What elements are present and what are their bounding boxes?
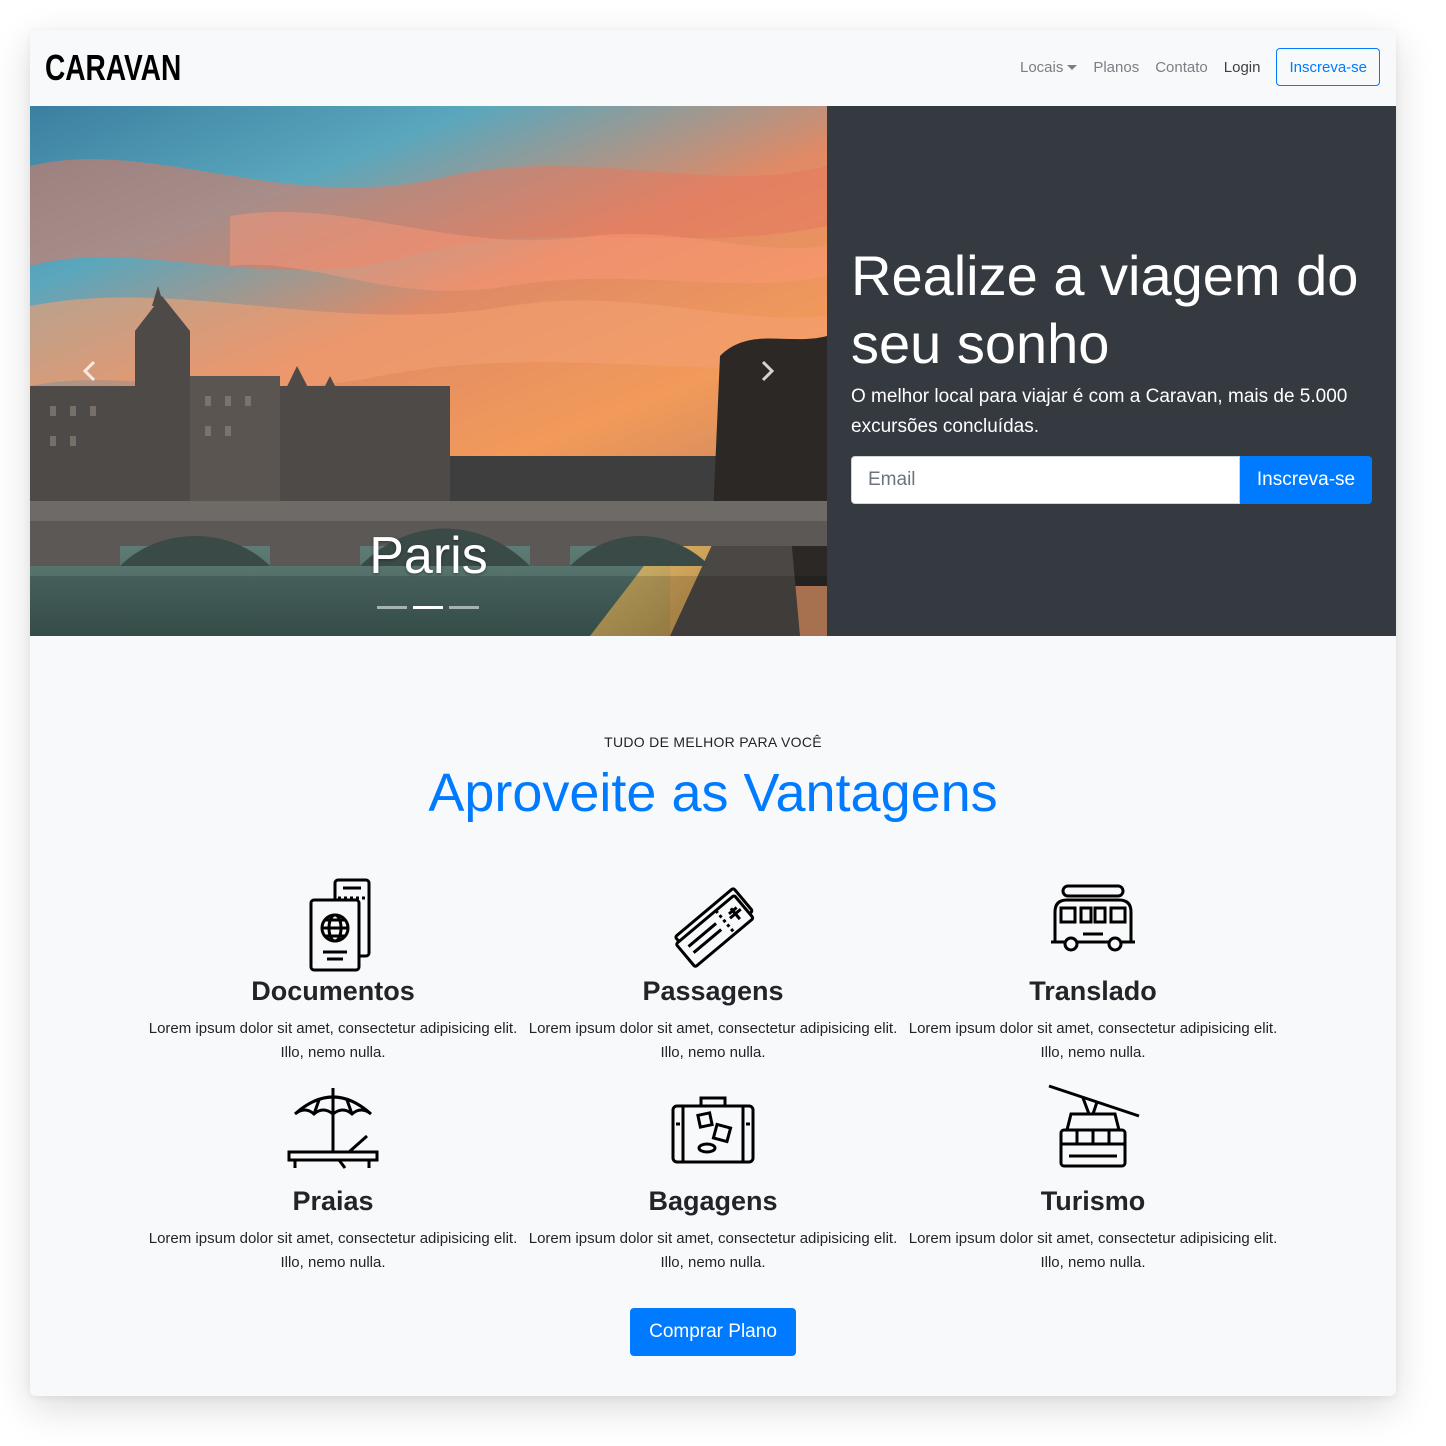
feature-title: Translado (1029, 976, 1157, 1006)
page: CARAVAN Locais Planos Contato Login Insc… (30, 30, 1396, 1396)
carousel-indicator[interactable] (377, 606, 407, 609)
van-icon (1051, 884, 1135, 952)
subscribe-form: Inscreva-se (851, 456, 1372, 504)
nav-contato[interactable]: Contato (1155, 59, 1208, 76)
nav-planos[interactable]: Planos (1093, 59, 1139, 76)
buy-plan-button[interactable]: Comprar Plano (630, 1308, 796, 1356)
plane-ticket-icon (674, 887, 755, 968)
subscribe-button[interactable]: Inscreva-se (1240, 456, 1372, 504)
nav-login[interactable]: Login (1224, 59, 1261, 76)
beach-umbrella-icon (287, 1088, 379, 1169)
feature-text: Lorem ipsum dolor sit amet, consectetur … (528, 1020, 898, 1061)
chevron-right-icon[interactable] (752, 356, 782, 386)
carousel-indicator[interactable] (449, 606, 479, 609)
feature-text: Lorem ipsum dolor sit amet, consectetur … (148, 1230, 518, 1271)
nav-locais-label: Locais (1019, 58, 1064, 76)
email-input[interactable] (851, 456, 1240, 504)
hero-headline: Realize a viagem do seu sonho (851, 244, 1359, 375)
feature-title: Passagens (642, 976, 784, 1006)
suitcase-icon (671, 1096, 755, 1164)
navbar: CARAVAN Locais Planos Contato Login Insc… (30, 30, 1396, 106)
chevron-left-icon[interactable] (75, 356, 105, 386)
cable-car-icon (1048, 1084, 1140, 1168)
feature-text: Lorem ipsum dolor sit amet, consectetur … (148, 1020, 518, 1061)
nav-menu: Locais Planos Contato Login Inscreva-se (1004, 48, 1380, 86)
carousel-indicators (377, 606, 485, 609)
brand-logo[interactable]: CARAVAN (45, 48, 181, 88)
feature-title: Praias (292, 1186, 374, 1216)
caret-down-icon (1067, 64, 1078, 70)
section-title: Aproveite as Vantagens (428, 763, 998, 823)
section-eyebrow: TUDO DE MELHOR PARA VOCÊ (604, 734, 822, 750)
feature-title: Documentos (251, 976, 415, 1006)
slide-caption: Paris (369, 527, 488, 585)
hero-panel: Realize a viagem do seu sonho O melhor l… (827, 106, 1396, 636)
nav-locais-dropdown[interactable]: Locais (1019, 58, 1078, 76)
feature-text: Lorem ipsum dolor sit amet, consectetur … (908, 1230, 1278, 1271)
signup-button[interactable]: Inscreva-se (1276, 48, 1380, 86)
hero-lead: O melhor local para viajar é com a Carav… (851, 386, 1348, 437)
hero: Paris Realize a viagem do seu sonho O me… (30, 106, 1396, 636)
feature-title: Turismo (1040, 1186, 1146, 1216)
feature-title: Bagagens (648, 1186, 778, 1216)
passport-icon (309, 878, 371, 972)
carousel: Paris (30, 106, 827, 636)
feature-text: Lorem ipsum dolor sit amet, consectetur … (528, 1230, 898, 1271)
carousel-indicator-active[interactable] (413, 606, 443, 609)
feature-text: Lorem ipsum dolor sit amet, consectetur … (908, 1020, 1278, 1061)
